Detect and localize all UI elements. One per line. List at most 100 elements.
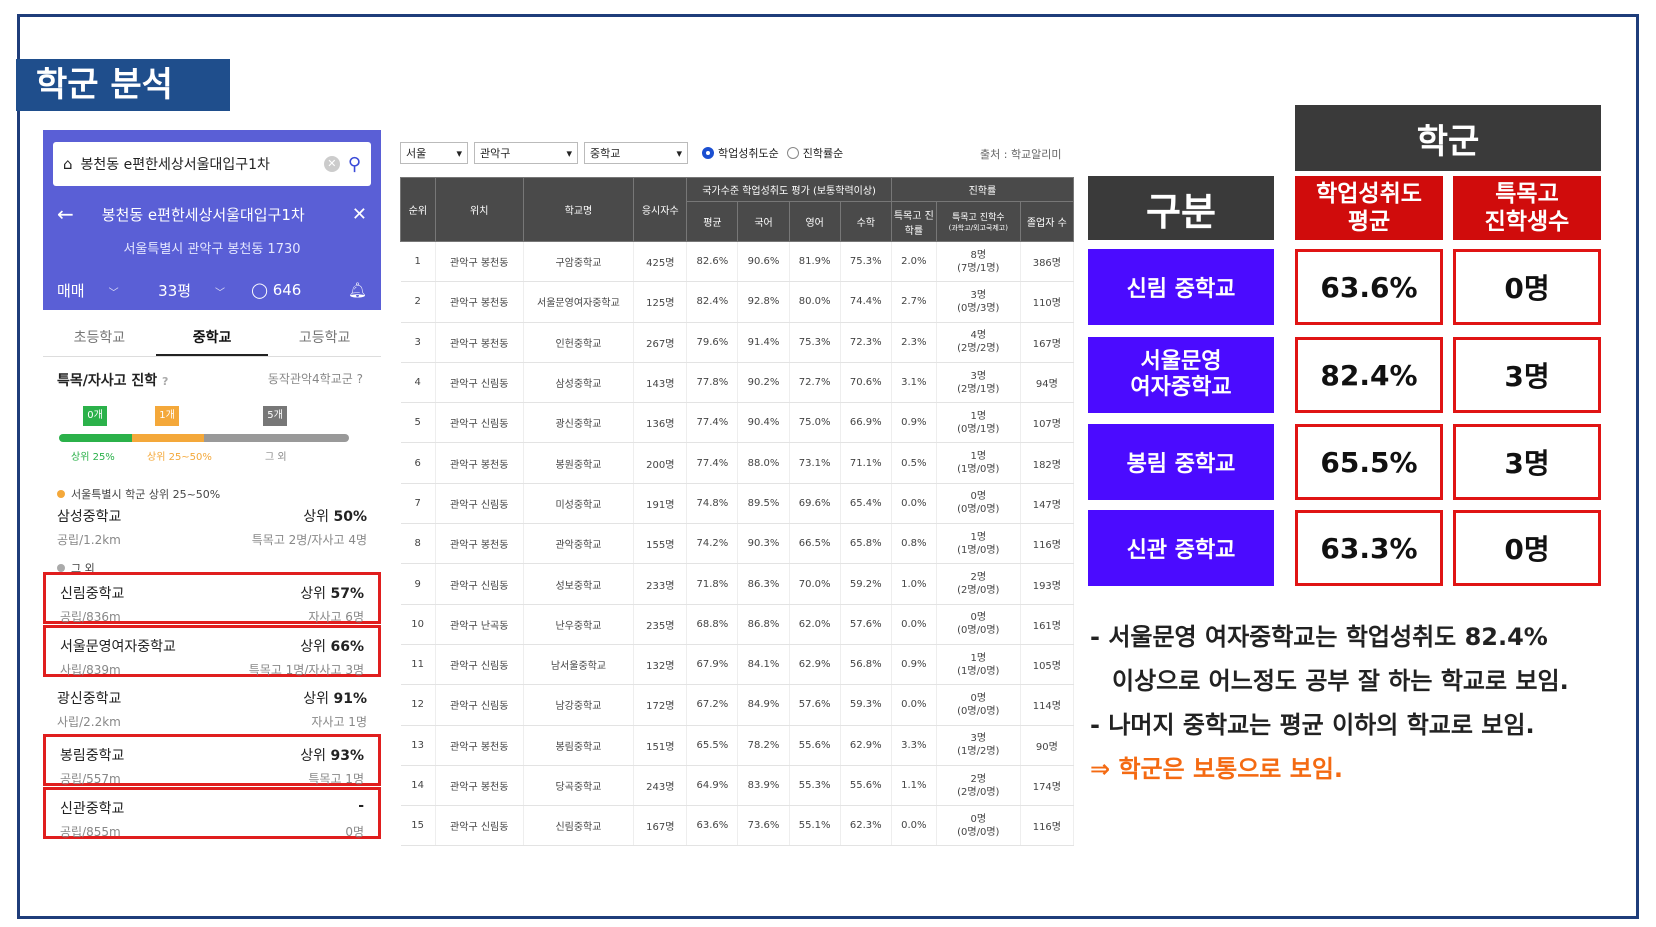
table-cell: 관악구 신림동 — [435, 483, 524, 525]
special-count-total: 1명 — [970, 451, 987, 463]
table-cell: 관악구 봉천동 — [435, 241, 524, 283]
summary-col2-line2: 진학생수 — [1484, 209, 1570, 235]
table-cell: 관악구 봉천동 — [435, 725, 524, 766]
table-cell: 71.8% — [686, 563, 739, 605]
summary-col2-line1: 특목고 — [1495, 181, 1559, 207]
list-item[interactable]: 광신중학교 상위 91% 사립/2.2km 자사고 1명 — [43, 680, 381, 732]
table-cell: 56.8% — [840, 644, 892, 686]
col-math: 수학 — [839, 201, 892, 242]
table-cell: 67.2% — [686, 684, 739, 726]
tab-middle[interactable]: 중학교 — [155, 320, 269, 356]
table-cell: 관악구 신림동 — [435, 684, 524, 726]
table-cell: 0.0% — [891, 805, 937, 847]
summary-avg-cell: 82.4% — [1295, 337, 1443, 413]
list-item[interactable]: 삼성중학교 상위 50% 공립/1.2km 특목고 2명/자사고 4명 — [43, 498, 381, 550]
table-cell: 관악구 신림동 — [435, 805, 524, 847]
table-cell: 55.1% — [789, 805, 841, 847]
summary-avg-cell: 65.5% — [1295, 424, 1443, 500]
table-cell: 79.6% — [686, 322, 739, 363]
special-count-breakdown: (1명/0명) — [957, 665, 1000, 677]
level-select[interactable]: 중학교 ▾ — [584, 142, 688, 164]
trade-type-select[interactable]: 매매 ﹀ — [57, 280, 144, 301]
tab-elementary[interactable]: 초등학교 — [43, 320, 156, 356]
table-cell: 167명 — [633, 805, 688, 847]
tab-high[interactable]: 고등학교 — [268, 320, 381, 356]
special-count-breakdown: (1명/0명) — [957, 544, 1000, 556]
talk-button[interactable]: ◯ 646 — [251, 281, 348, 299]
table-cell: 107명 — [1020, 402, 1075, 444]
table-cell: 116명 — [1020, 523, 1075, 565]
table-cell: 83.9% — [737, 765, 790, 807]
table-cell: 남강중학교 — [523, 684, 635, 726]
table-row: 1 관악구 봉천동 구암중학교 425명 82.6% 90.6% 81.9% 75.3% 2.0… — [400, 241, 1075, 283]
table-cell: 200명 — [633, 442, 688, 484]
table-cell: 0.0% — [891, 483, 937, 525]
special-count-breakdown: (1명/0명) — [957, 464, 1000, 476]
help-icon[interactable]: ? — [162, 375, 168, 388]
search-box[interactable]: ⌂ 봉천동 e편한세상서울대입구1차 ✕ ⚲ — [53, 142, 371, 186]
table-cell: 77.4% — [686, 442, 739, 484]
table-cell: 1 — [400, 241, 436, 283]
city-select[interactable]: 서울 ▾ — [400, 142, 468, 164]
search-input[interactable]: 봉천동 e편한세상서울대입구1차 — [81, 154, 324, 174]
sort-achievement-radio[interactable]: 학업성취도순 — [702, 145, 779, 161]
bell-icon[interactable]: 🔔︎ — [348, 281, 367, 299]
trade-type-value: 매매 — [57, 281, 85, 300]
list-item[interactable]: 서울문영여자중학교 상위 66% 사립/839m 특목고 1명/자사고 3명 — [43, 625, 381, 677]
school-advance: 특목고 1명/자사고 3명 — [248, 663, 364, 677]
table-cell: 당곡중학교 — [523, 765, 635, 807]
clear-icon[interactable]: ✕ — [323, 156, 340, 172]
table-cell: 10 — [400, 604, 436, 645]
table-cell: 0.0% — [891, 604, 937, 645]
table-cell: 1.0% — [891, 563, 937, 605]
table-cell: 관악구 봉천동 — [435, 523, 524, 565]
table-cell: 71.1% — [840, 442, 892, 484]
table-cell: 광신중학교 — [523, 402, 635, 444]
col-examinees: 응시자수 — [633, 177, 688, 242]
talk-count: 646 — [272, 281, 302, 299]
district-select[interactable]: 관악구 ▾ — [474, 142, 578, 164]
special-count-total: 1명 — [970, 652, 987, 664]
table-cell: 64.9% — [686, 765, 739, 807]
table-cell: 0.9% — [891, 644, 937, 686]
cell-special-count: 2명 (2명/0명) — [936, 563, 1021, 605]
special-count-breakdown: (1명/2명) — [957, 746, 1000, 758]
advance-title-text: 특목/자사고 진학 — [57, 373, 158, 389]
table-cell: 3.3% — [891, 725, 937, 766]
table-cell: 63.6% — [686, 805, 739, 847]
table-cell: 관악구 신림동 — [435, 362, 524, 404]
col-special-count-label: 특목고 진학수 — [952, 213, 1005, 223]
list-item[interactable]: 신림중학교 상위 57% 공립/836m 자사고 6명 — [43, 572, 381, 624]
table-cell: 난우중학교 — [523, 604, 635, 645]
table-cell: 57.6% — [840, 604, 892, 645]
list-item[interactable]: 봉림중학교 상위 93% 공립/557m 특목고 1명 — [43, 734, 381, 786]
rank-value: 57% — [330, 586, 364, 602]
table-cell: 78.2% — [737, 725, 790, 766]
table-body: 1 관악구 봉천동 구암중학교 425명 82.6% 90.6% 81.9% 75.3% 2.0… — [400, 241, 1075, 847]
sort-advance-radio[interactable]: 진학률순 — [786, 145, 843, 161]
table-cell: 75.3% — [789, 322, 841, 363]
table-cell: 8 — [400, 523, 436, 565]
special-count-total: 2명 — [970, 572, 987, 584]
special-count-breakdown: (0명/3명) — [957, 302, 1000, 314]
table-cell: 88.0% — [737, 442, 790, 484]
search-icon[interactable]: ⚲ — [348, 154, 361, 175]
table-cell: 243명 — [633, 765, 688, 807]
col-avg: 평균 — [686, 201, 739, 242]
size-value: 33평 — [158, 281, 192, 300]
list-item[interactable]: 신관중학교 - 공립/855m 0명 — [43, 787, 381, 839]
col-location: 위치 — [434, 177, 524, 242]
table-cell: 인헌중학교 — [523, 322, 635, 363]
back-arrow-icon[interactable]: ← — [57, 202, 74, 226]
table-cell: 233명 — [633, 563, 688, 605]
table-cell: 관악중학교 — [523, 523, 635, 565]
special-count-breakdown: (0명/0명) — [957, 826, 1000, 838]
size-select[interactable]: 33평 ﹀ — [144, 280, 251, 301]
progress-rest — [204, 434, 349, 442]
table-cell: 관악구 난곡동 — [435, 604, 524, 645]
close-icon[interactable]: ✕ — [352, 204, 367, 225]
rank-prefix: 상위 — [300, 639, 327, 655]
table-cell: 65.8% — [840, 523, 892, 565]
help-icon[interactable]: ? — [357, 372, 363, 386]
city-value: 서울 — [406, 147, 427, 160]
